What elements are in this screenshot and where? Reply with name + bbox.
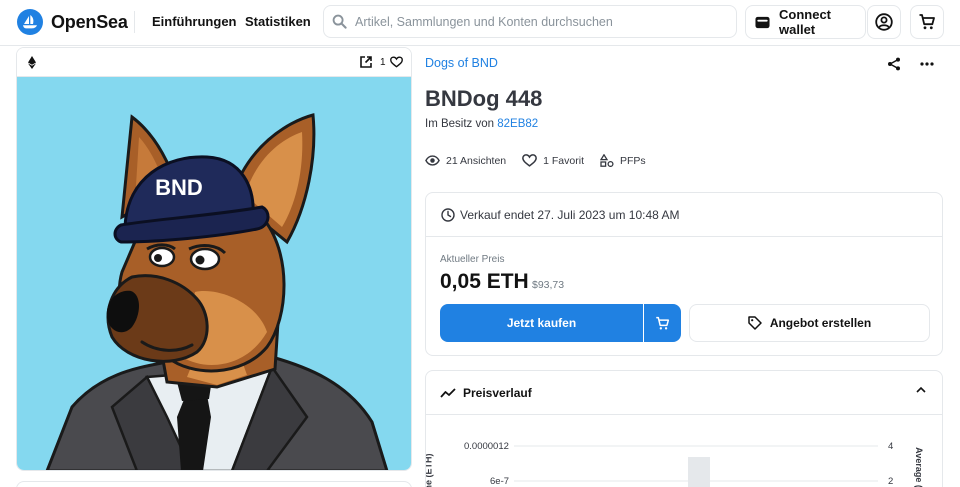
- price-history-chart: 0.0000012 6e-7 4 2 ne (ETH) Average (ETH…: [426, 415, 942, 487]
- y-left-axis-label: ne (ETH): [425, 453, 434, 487]
- item-owner: Im Besitz von 82EB82: [425, 118, 538, 130]
- current-price-label: Aktueller Preis: [440, 254, 505, 265]
- item-stats: 21 Ansichten 1 Favorit PFPs: [425, 154, 662, 167]
- y-left-tick-top: 0.0000012: [464, 441, 509, 452]
- add-to-cart-button[interactable]: [644, 304, 681, 342]
- cart-button[interactable]: [910, 5, 944, 39]
- tag-icon: [748, 316, 762, 330]
- favorites-label: 1 Favorit: [543, 154, 584, 167]
- opensea-logo[interactable]: OpenSea: [17, 9, 128, 35]
- clock-icon: [441, 207, 455, 222]
- chevron-up-icon[interactable]: [916, 386, 926, 393]
- account-icon: [875, 13, 893, 31]
- heart-icon[interactable]: [390, 56, 403, 68]
- price-history-title: Preisverlauf: [463, 385, 532, 400]
- make-offer-label: Angebot erstellen: [769, 316, 872, 330]
- cart-icon: [919, 14, 935, 30]
- brand-name: OpenSea: [51, 11, 128, 32]
- top-navbar: OpenSea Einführungen Statistiken Connect…: [0, 0, 960, 46]
- connect-wallet-button[interactable]: Connect wallet: [745, 5, 866, 39]
- price-history-header[interactable]: Preisverlauf: [426, 371, 942, 415]
- trend-icon: [440, 387, 456, 398]
- item-title: BNDog 448: [425, 86, 543, 111]
- opensea-logo-icon: [17, 9, 43, 35]
- buy-now-button[interactable]: Jetzt kaufen: [440, 304, 643, 342]
- heart-icon: [522, 154, 538, 167]
- owner-prefix: Im Besitz von: [425, 118, 495, 130]
- views-stat: 21 Ansichten: [425, 155, 506, 167]
- views-label: 21 Ansichten: [446, 154, 507, 167]
- favorites-stat: 1 Favorit: [522, 154, 584, 167]
- account-button[interactable]: [867, 5, 901, 39]
- wallet-icon: [755, 16, 770, 28]
- favorite-count: 1: [380, 57, 386, 68]
- sale-end-row: Verkauf endet 27. Juli 2023 um 10:48 AM: [426, 193, 942, 237]
- search-input[interactable]: [355, 14, 715, 29]
- share-button[interactable]: [885, 55, 903, 73]
- more-options-button[interactable]: [918, 55, 936, 73]
- sale-panel: Verkauf endet 27. Juli 2023 um 10:48 AM …: [425, 192, 943, 356]
- nft-media-card: 1 BND: [16, 47, 412, 471]
- y-right-axis-label: Average (ETH): [913, 447, 924, 487]
- open-external-icon[interactable]: [360, 56, 372, 68]
- category-label: PFPs: [620, 154, 646, 167]
- y-left-tick-mid: 6e-7: [490, 476, 510, 487]
- eye-icon: [425, 155, 440, 166]
- make-offer-button[interactable]: Angebot erstellen: [689, 304, 930, 342]
- search-icon: [332, 14, 347, 29]
- owner-link[interactable]: 82EB82: [497, 118, 538, 130]
- nft-image[interactable]: BND: [17, 77, 411, 470]
- nav-link-stats[interactable]: Statistiken: [245, 14, 311, 29]
- connect-wallet-label: Connect wallet: [779, 7, 831, 37]
- y-right-tick-top: 4: [888, 441, 894, 452]
- shapes-icon: [600, 154, 614, 167]
- nav-link-drops[interactable]: Einführungen: [152, 14, 237, 29]
- category-stat[interactable]: PFPs: [600, 154, 646, 167]
- more-icon: [920, 62, 934, 66]
- y-right-tick-mid: 2: [888, 476, 894, 487]
- cart-icon: [656, 316, 670, 329]
- price-history-panel: Preisverlauf 0.0000012 6e-7 4 2 ne (ETH)…: [425, 370, 943, 487]
- sale-end-text: Verkauf endet 27. Juli 2023 um 10:48 AM: [460, 207, 680, 222]
- current-price-fiat: $93,73: [532, 279, 565, 291]
- ethereum-icon: [28, 56, 36, 69]
- current-price: 0,05 ETH: [440, 270, 529, 293]
- share-icon: [888, 57, 900, 71]
- search-bar[interactable]: [323, 5, 737, 38]
- header-divider: [134, 11, 135, 33]
- media-toolbar: 1: [17, 48, 411, 77]
- cap-text: BND: [155, 175, 203, 200]
- chart-bar: [688, 457, 710, 487]
- dog-illustration: BND: [45, 113, 389, 470]
- description-card-edge: [16, 481, 412, 487]
- collection-link[interactable]: Dogs of BND: [425, 56, 498, 70]
